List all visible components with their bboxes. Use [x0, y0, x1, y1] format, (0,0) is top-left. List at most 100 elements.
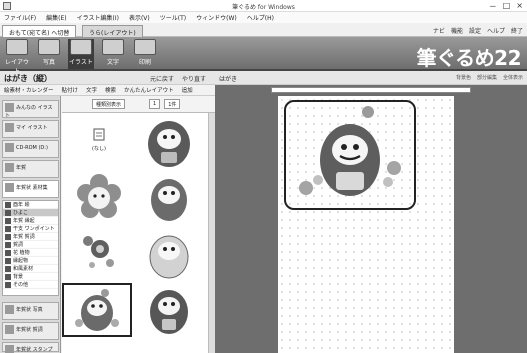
folder-icon: [5, 123, 14, 132]
tab-search[interactable]: 検索: [105, 86, 116, 94]
category-nenga[interactable]: 年賀: [2, 160, 59, 178]
panel-title: はがき（縦）: [4, 74, 52, 83]
list-item-label: 年賀 縁起: [13, 218, 35, 224]
thumb-daruma-4[interactable]: [134, 283, 204, 337]
illust-label: イラスト: [69, 59, 93, 66]
selection-frame[interactable]: [284, 100, 416, 210]
category-my-illust[interactable]: マイ イラスト: [2, 120, 59, 138]
list-item-label: 背景: [13, 274, 24, 280]
list-item[interactable]: その他: [3, 281, 58, 289]
tab-layout-side[interactable]: うら(レイアウト): [82, 25, 143, 37]
thumb-daruma-1[interactable]: [134, 115, 204, 169]
exit-link[interactable]: 終了: [511, 26, 523, 35]
category-nenga-photo[interactable]: 年賀状 写真: [2, 302, 59, 320]
list-item[interactable]: 縁起物: [3, 257, 58, 265]
bullet-icon: [5, 258, 11, 264]
list-item[interactable]: 和風素材: [3, 265, 58, 273]
thumb-none[interactable]: (なし): [64, 115, 134, 169]
photo-label: 写真: [42, 59, 55, 66]
menu-help[interactable]: ヘルプ(H): [247, 13, 274, 22]
list-item[interactable]: 年賀 縁起: [3, 217, 58, 225]
disc-icon: [5, 143, 14, 152]
illust-button[interactable]: イラスト: [68, 39, 94, 69]
undo-button[interactable]: 元に戻す: [150, 74, 174, 83]
thumb-daruma-3[interactable]: [134, 227, 204, 281]
bullet-icon: [5, 210, 11, 216]
title-bar: 筆ぐるめ for Windows － □ ×: [0, 0, 527, 12]
main-toolbar: レイアウト 写真 イラスト 文字 印刷 筆ぐるめ22: [0, 37, 527, 75]
thumbnail-scrollbar[interactable]: [208, 113, 215, 353]
list-item[interactable]: 干支 ワンポイント: [3, 225, 58, 233]
help-links: ナビ 機能 設定 ヘルプ 終了: [433, 26, 523, 35]
list-item[interactable]: 花 植物: [3, 249, 58, 257]
horizontal-ruler: [271, 87, 471, 93]
redo-button[interactable]: やり直す: [182, 74, 206, 83]
partial-edit-button[interactable]: 部分編集: [477, 74, 497, 81]
list-item-label: ひよこ: [13, 210, 29, 216]
folder-icon: [5, 305, 14, 314]
type-filter-select[interactable]: 種類別表示: [92, 99, 126, 109]
settings-link[interactable]: 設定: [469, 26, 481, 35]
bullet-icon: [5, 234, 11, 240]
list-item[interactable]: 背景: [3, 273, 58, 281]
page-select[interactable]: 1: [149, 99, 161, 109]
list-item-label: 花 植物: [13, 250, 30, 256]
category-cdrom[interactable]: CD-ROM (D:): [2, 140, 59, 158]
category-everyone-illust[interactable]: みんなの イラスト: [2, 100, 59, 119]
bullet-icon: [5, 282, 11, 288]
category-nenga-stamp[interactable]: 年賀状 スタンプ: [2, 342, 59, 353]
features-link[interactable]: 機能: [451, 26, 463, 35]
tab-materials[interactable]: 絵素材・カレンダー: [4, 86, 54, 94]
menu-file[interactable]: ファイル(F): [4, 13, 36, 22]
menu-edit[interactable]: 編集(E): [46, 13, 66, 22]
list-item-label: 年賀 賀詞: [13, 234, 35, 240]
thumb-daruma-2[interactable]: [134, 171, 204, 225]
tab-text[interactable]: 文字: [86, 86, 97, 94]
navi-link[interactable]: ナビ: [433, 26, 445, 35]
daruma-icon: [149, 235, 189, 279]
text-icon: [102, 39, 124, 55]
minimize-button[interactable]: －: [489, 1, 497, 12]
menu-tools[interactable]: ツール(T): [160, 13, 186, 22]
document-tools: 背景色 部分編集 全体表示: [456, 74, 523, 81]
menu-view[interactable]: 表示(V): [129, 13, 150, 22]
brand-logo: 筆ぐるめ22: [416, 46, 522, 70]
thumb-dots[interactable]: [64, 227, 134, 281]
maximize-button[interactable]: □: [503, 1, 511, 12]
thumb-daruma-bird-selected[interactable]: [62, 283, 132, 337]
thumb-flower[interactable]: [64, 171, 134, 225]
bullet-icon: [5, 274, 11, 280]
illustration-grid: (なし): [62, 112, 215, 353]
list-item[interactable]: ひよこ: [3, 209, 58, 217]
daruma-icon: [151, 179, 187, 221]
category-nenga-materials[interactable]: 年賀状 素材集: [2, 180, 59, 198]
mode-tab-bar: おもて(宛て名) へ切替 うら(レイアウト) ナビ 機能 設定 ヘルプ 終了: [0, 23, 527, 37]
category-label: マイ イラスト: [16, 125, 48, 131]
layout-button[interactable]: レイアウト: [4, 39, 30, 75]
list-item[interactable]: 酉年 絵: [3, 201, 58, 209]
list-item[interactable]: 賀詞: [3, 241, 58, 249]
category-nenga-greeting[interactable]: 年賀状 賀詞: [2, 322, 59, 340]
document-title: はがき: [219, 76, 238, 83]
tab-paste[interactable]: 貼付け: [62, 86, 79, 94]
photo-button[interactable]: 写真: [36, 39, 62, 69]
list-item-label: 酉年 絵: [13, 202, 30, 208]
close-button[interactable]: ×: [516, 1, 523, 12]
tab-add[interactable]: 追加: [182, 86, 193, 94]
folder-icon: [5, 163, 14, 172]
tab-easy-layout[interactable]: かんたんレイアウト: [124, 86, 174, 94]
print-button[interactable]: 印刷: [132, 39, 158, 69]
window-controls: － □ ×: [489, 1, 523, 12]
text-button[interactable]: 文字: [100, 39, 126, 69]
menu-window[interactable]: ウィンドウ(W): [196, 13, 237, 22]
printer-icon: [134, 39, 156, 55]
list-item[interactable]: 年賀 賀詞: [3, 233, 58, 241]
list-item-label: 賀詞: [13, 242, 24, 248]
folder-icon: [5, 325, 14, 334]
menu-illust-edit[interactable]: イラスト編集(I): [77, 13, 119, 22]
editing-canvas[interactable]: [215, 85, 527, 353]
tab-address-side[interactable]: おもて(宛て名) へ切替: [2, 25, 77, 37]
background-color-button[interactable]: 背景色: [456, 74, 471, 81]
fit-view-select[interactable]: 全体表示: [503, 74, 523, 81]
help-link[interactable]: ヘルプ: [487, 26, 505, 35]
